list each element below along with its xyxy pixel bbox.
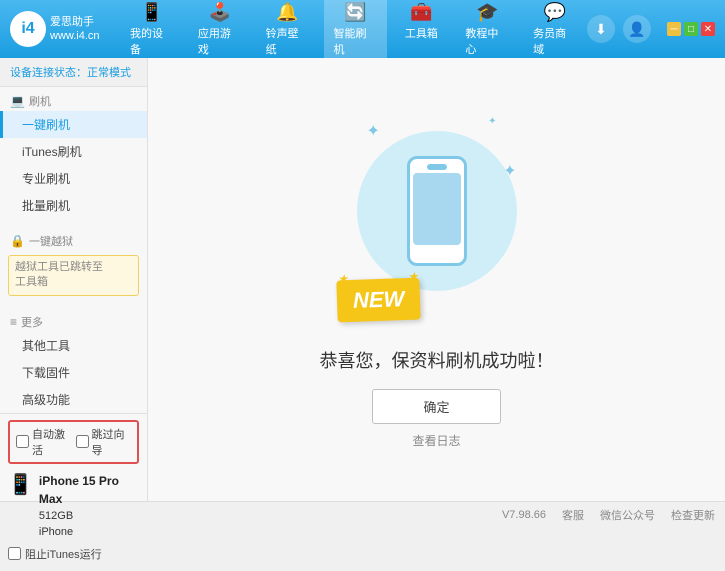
header-right: ⬇ 👤 ─ □ ✕ <box>587 15 715 43</box>
auto-activate-row: 自动激活 跳过向导 <box>8 420 139 464</box>
more-icon: ≡ <box>10 315 17 329</box>
jailbreak-warning: 越狱工具已跳转至工具箱 <box>8 255 139 296</box>
lock-icon: 🔒 <box>10 234 25 248</box>
nav-tutorial[interactable]: 🎓 教程中心 <box>455 0 519 61</box>
footer-link-wechat[interactable]: 微信公众号 <box>600 507 655 523</box>
more-section-title: ≡ 更多 <box>0 308 147 332</box>
sidebar-bottom: 自动激活 跳过向导 📱 iPhone 15 Pro Max 512GB iPho… <box>0 413 147 571</box>
sparkle-icon-1: ✦ <box>367 121 380 141</box>
success-message: 恭喜您，保资料刷机成功啦！ <box>320 347 554 373</box>
sidebar-item-one-click-flash[interactable]: 一键刷机 <box>0 111 147 138</box>
auto-activate-label[interactable]: 自动激活 <box>16 426 72 458</box>
nav-ringtones[interactable]: 🔔 铃声壁纸 <box>256 0 320 61</box>
itunes-row: 阻止iTunes运行 <box>8 543 139 565</box>
nav-my-device[interactable]: 📱 我的设备 <box>120 0 184 61</box>
flash-section-title: 💻 刷机 <box>0 87 147 111</box>
auto-activate-checkbox[interactable] <box>16 435 29 448</box>
phone-icon: 📱 <box>141 2 163 23</box>
window-controls: ─ □ ✕ <box>667 22 715 36</box>
guided-activate-checkbox[interactable] <box>76 435 89 448</box>
connection-status: 设备连接状态：正常模式 <box>0 58 147 87</box>
download-button[interactable]: ⬇ <box>587 15 615 43</box>
footer-link-customer-service[interactable]: 客服 <box>562 507 584 523</box>
logo-area: i4 爱思助手 www.i4.cn <box>10 11 120 47</box>
tutorial-icon: 🎓 <box>476 2 498 23</box>
sidebar-item-advanced[interactable]: 高级功能 <box>0 386 147 413</box>
logo-text: 爱思助手 www.i4.cn <box>50 15 100 44</box>
device-phone-icon: 📱 <box>8 472 33 497</box>
version-label: V7.98.66 <box>502 509 546 521</box>
nav-bar: 📱 我的设备 🕹️ 应用游戏 🔔 铃声壁纸 🔄 智能刷机 🧰 工具箱 🎓 教程中… <box>120 0 587 61</box>
device-name: iPhone 15 Pro Max <box>39 472 139 508</box>
maximize-button[interactable]: □ <box>684 22 698 36</box>
service-icon: 💬 <box>544 2 566 23</box>
main-layout: 设备连接状态：正常模式 💻 刷机 一键刷机 iTunes刷机 专业刷机 批量刷机… <box>0 58 725 501</box>
phone-notch <box>427 164 447 170</box>
nav-smart-flash[interactable]: 🔄 智能刷机 <box>324 0 388 61</box>
device-details: iPhone 15 Pro Max 512GB iPhone <box>39 472 139 541</box>
minimize-button[interactable]: ─ <box>667 22 681 36</box>
toolbox-icon: 🧰 <box>410 2 432 23</box>
content-area: ✦ ✦ ✦ NEW 恭喜您，保资料刷机成功啦！ 确定 查看日志 <box>148 58 725 501</box>
flash-section-icon: 💻 <box>10 94 25 108</box>
bell-icon: 🔔 <box>276 2 298 23</box>
sidebar: 设备连接状态：正常模式 💻 刷机 一键刷机 iTunes刷机 专业刷机 批量刷机… <box>0 58 148 501</box>
nav-service[interactable]: 💬 务员商域 <box>523 0 587 61</box>
flash-icon: 🔄 <box>344 2 366 23</box>
sidebar-item-itunes-flash[interactable]: iTunes刷机 <box>0 138 147 165</box>
nav-toolbox[interactable]: 🧰 工具箱 <box>391 0 451 61</box>
log-link[interactable]: 查看日志 <box>412 432 460 449</box>
logo-icon: i4 <box>10 11 46 47</box>
sidebar-item-other-tools[interactable]: 其他工具 <box>0 332 147 359</box>
nav-app-games[interactable]: 🕹️ 应用游戏 <box>188 0 252 61</box>
new-badge: NEW <box>336 277 421 322</box>
sparkle-icon-2: ✦ <box>488 116 496 127</box>
confirm-button[interactable]: 确定 <box>372 389 500 424</box>
close-button[interactable]: ✕ <box>701 22 715 36</box>
itunes-label: 阻止iTunes运行 <box>25 546 102 562</box>
sidebar-item-download-firmware[interactable]: 下载固件 <box>0 359 147 386</box>
device-info: 📱 iPhone 15 Pro Max 512GB iPhone <box>8 470 139 543</box>
phone-circle <box>357 131 517 291</box>
sidebar-item-batch-flash[interactable]: 批量刷机 <box>0 192 147 219</box>
header: i4 爱思助手 www.i4.cn 📱 我的设备 🕹️ 应用游戏 🔔 铃声壁纸 … <box>0 0 725 58</box>
phone-screen <box>413 173 461 245</box>
itunes-checkbox[interactable] <box>8 547 21 560</box>
guided-activate-label[interactable]: 跳过向导 <box>76 426 132 458</box>
apps-icon: 🕹️ <box>209 2 231 23</box>
success-illustration: ✦ ✦ ✦ NEW <box>337 111 537 331</box>
sidebar-item-pro-flash[interactable]: 专业刷机 <box>0 165 147 192</box>
footer-link-update[interactable]: 检查更新 <box>671 507 715 523</box>
phone-body <box>407 156 467 266</box>
jailbreak-section-title: 🔒 一键越狱 <box>0 227 147 251</box>
user-button[interactable]: 👤 <box>623 15 651 43</box>
device-storage: 512GB <box>39 508 139 525</box>
